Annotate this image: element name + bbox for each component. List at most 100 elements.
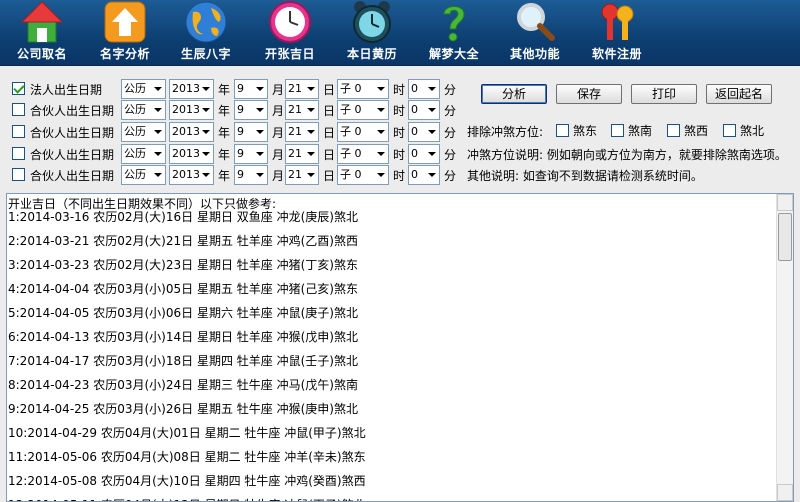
day-select[interactable]: 21 [285,100,319,120]
calendar-type-select[interactable]: 公历 [121,100,166,120]
year-unit: 年 [218,126,231,140]
toolbar-name-analysis[interactable]: 名字分析 [85,0,165,66]
analyze-button[interactable]: 分析 [481,84,547,104]
calendar-type-select[interactable]: 公历 [121,144,166,164]
hour-select[interactable]: 子 0 [337,144,389,164]
result-line: 5:2014-04-05 农历03月(小)06日 星期六 牡羊座 冲鼠(庚子)煞… [8,306,358,320]
save-button[interactable]: 保存 [556,84,622,104]
month-select[interactable]: 9 [234,100,268,120]
chevron-down-icon [253,80,267,98]
month-unit: 月 [272,126,285,140]
day-select[interactable]: 21 [285,165,319,185]
minute-select[interactable]: 0 [408,165,440,185]
results-scrollbar[interactable] [776,194,793,501]
month-value: 9 [237,82,244,95]
calendar-type-select[interactable]: 公历 [121,79,166,99]
row-enable-checkbox[interactable] [12,168,25,181]
year-value: 2013 [172,125,200,138]
result-line: 13:2014-05-11 农历04月(大)13日 星期日 牡牛座 冲鼠(丙子)… [8,496,366,501]
hour-select[interactable]: 子 0 [337,122,389,142]
exclude-north-checkbox[interactable] [723,124,736,137]
month-select[interactable]: 9 [234,165,268,185]
other-note: 其他说明: 如查询不到数据请检测系统时间。 [467,169,703,183]
minute-value: 0 [411,125,418,138]
month-select[interactable]: 9 [234,79,268,99]
toolbar-company-naming[interactable]: 公司取名 [2,0,82,66]
day-select[interactable]: 21 [285,144,319,164]
day-unit: 日 [323,104,336,118]
print-button[interactable]: 打印 [631,84,697,104]
minute-select[interactable]: 0 [408,122,440,142]
month-select[interactable]: 9 [234,144,268,164]
question-icon [443,6,465,42]
year-select[interactable]: 2013 [169,100,214,120]
exclude-east-checkbox[interactable] [556,124,569,137]
minute-select[interactable]: 0 [408,100,440,120]
toolbar-today-almanac[interactable]: 本日黄历 [332,0,412,66]
row-enable-checkbox[interactable] [12,103,25,116]
row-enable-checkbox[interactable] [12,82,25,95]
minute-value: 0 [411,168,418,181]
exclude-south-checkbox[interactable] [611,124,624,137]
toolbar-dream-interpretation[interactable]: 解梦大全 [414,0,494,66]
toolbar-birth-bazi[interactable]: 生辰八字 [166,0,246,66]
hour-unit: 时 [393,83,406,97]
hour-unit: 时 [393,126,406,140]
year-unit: 年 [218,104,231,118]
calendar-type-value: 公历 [124,147,146,160]
scroll-thumb[interactable] [778,213,792,261]
row-enable-checkbox[interactable] [12,147,25,160]
results-textarea[interactable]: 开业吉日（不同出生日期效果不同）以下只做参考: 1:2014-03-16 农历0… [6,193,794,502]
chevron-down-icon [374,123,388,141]
toolbar-other-functions[interactable]: 其他功能 [495,0,575,66]
scroll-down-button[interactable] [777,484,793,501]
minute-select[interactable]: 0 [408,79,440,99]
year-select[interactable]: 2013 [169,79,214,99]
chevron-down-icon [374,101,388,119]
chevron-down-icon [253,101,267,119]
house-icon [20,1,64,43]
year-unit: 年 [218,148,231,162]
chevron-down-icon [199,166,213,184]
toolbar-software-registration[interactable]: 软件注册 [577,0,657,66]
day-select[interactable]: 21 [285,79,319,99]
result-line: 12:2014-05-08 农历04月(大)10日 星期四 牡牛座 冲鸡(癸酉)… [8,474,366,488]
exclude-east-label: 煞东 [573,124,598,138]
back-to-naming-button[interactable]: 返回起名 [706,84,772,104]
result-line: 4:2014-04-04 农历03月(小)05日 星期五 牡羊座 冲猪(己亥)煞… [8,282,358,296]
month-unit: 月 [272,169,285,183]
month-select[interactable]: 9 [234,122,268,142]
exclude-west-checkbox[interactable] [667,124,680,137]
birthdate-row: 合伙人出生日期 公历 2013 年 9 月 21 日子 0 时0 分 [12,100,462,120]
chevron-down-icon [304,145,318,163]
hour-unit: 时 [393,104,406,118]
hour-select[interactable]: 子 0 [337,165,389,185]
result-line: 10:2014-04-29 农历04月(大)01日 星期二 牡牛座 冲鼠(甲子)… [8,426,366,440]
hour-select[interactable]: 子 0 [337,79,389,99]
chevron-down-icon [304,166,318,184]
toolbar-label: 软件注册 [591,47,642,61]
hour-unit: 时 [393,169,406,183]
year-select[interactable]: 2013 [169,122,214,142]
row-enable-checkbox[interactable] [12,125,25,138]
chevron-down-icon [199,101,213,119]
scroll-up-button[interactable] [777,194,793,211]
alarm-clock-icon [353,1,391,43]
hour-select[interactable]: 子 0 [337,100,389,120]
year-value: 2013 [172,103,200,116]
year-select[interactable]: 2013 [169,165,214,185]
chevron-down-icon [253,123,267,141]
calendar-type-select[interactable]: 公历 [121,165,166,185]
chevron-down-icon [151,166,165,184]
month-value: 9 [237,168,244,181]
calendar-type-select[interactable]: 公历 [121,122,166,142]
main-toolbar: 公司取名 名字分析 生辰八字 开张吉日 本日黄历 解梦大全 其他功能 软件注册 [0,0,800,66]
day-select[interactable]: 21 [285,122,319,142]
toolbar-label: 公司取名 [16,47,67,61]
toolbar-opening-auspicious-day[interactable]: 开张吉日 [250,0,330,66]
year-unit: 年 [218,169,231,183]
calendar-type-value: 公历 [124,125,146,138]
year-value: 2013 [172,168,200,181]
year-select[interactable]: 2013 [169,144,214,164]
minute-select[interactable]: 0 [408,144,440,164]
